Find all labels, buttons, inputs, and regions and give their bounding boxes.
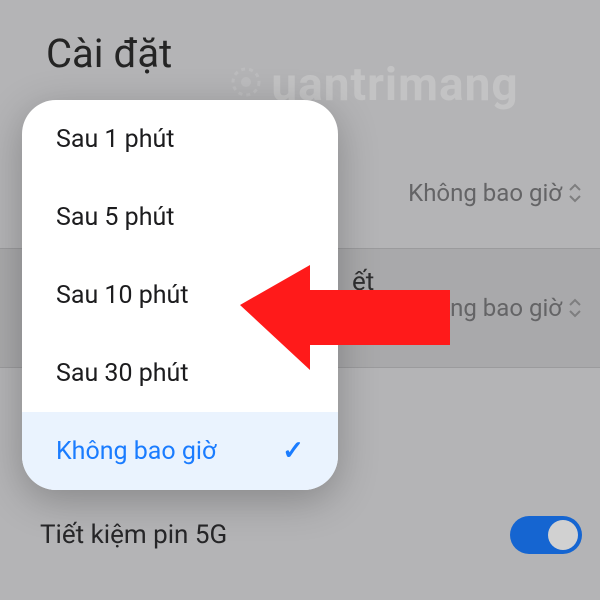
duration-picker-modal: Sau 1 phút Sau 5 phút Sau 10 phút Sau 30… xyxy=(22,100,338,490)
option-never[interactable]: Không bao giờ ✓ xyxy=(22,412,338,490)
option-1min[interactable]: Sau 1 phút xyxy=(22,100,338,178)
option-label: Sau 10 phút xyxy=(56,281,189,310)
option-10min[interactable]: Sau 10 phút xyxy=(22,256,338,334)
option-label: Sau 1 phút xyxy=(56,125,174,154)
option-30min[interactable]: Sau 30 phút xyxy=(22,334,338,412)
option-label: Không bao giờ xyxy=(56,437,216,466)
option-5min[interactable]: Sau 5 phút xyxy=(22,178,338,256)
check-icon: ✓ xyxy=(282,436,304,466)
option-label: Sau 5 phút xyxy=(56,203,174,232)
option-label: Sau 30 phút xyxy=(56,359,189,388)
